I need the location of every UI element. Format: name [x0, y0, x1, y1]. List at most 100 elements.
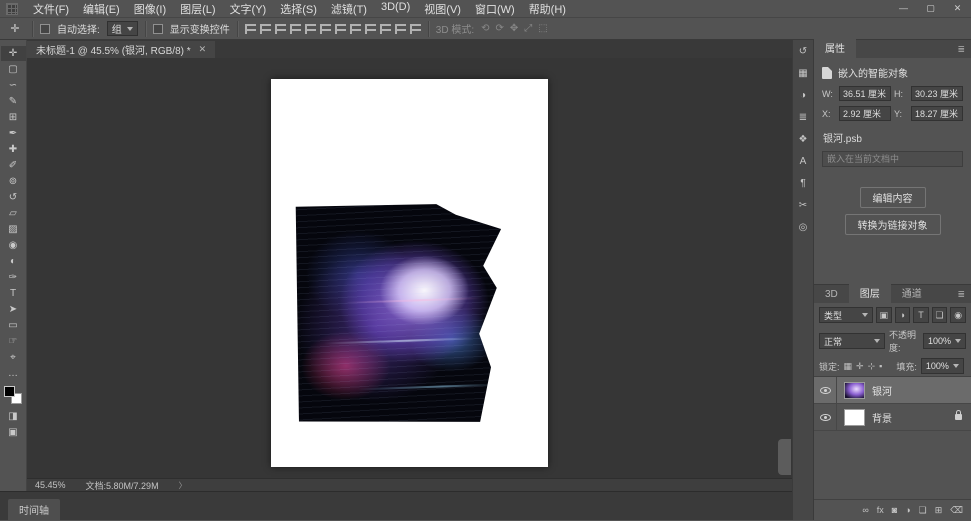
rectangle-icon[interactable]: ▭: [1, 318, 26, 333]
y-field[interactable]: 18.27 厘米: [911, 106, 963, 121]
document-tab[interactable]: 未标题-1 @ 45.5% (银河, RGB/8) * ✕: [27, 41, 215, 58]
layer-effects-icon[interactable]: fx: [877, 505, 884, 515]
distribute-v-centers-icon[interactable]: [350, 24, 361, 34]
history-brush-icon[interactable]: ↺: [1, 190, 26, 205]
layer-group-icon[interactable]: ❏: [919, 505, 927, 515]
align-right-edges-icon[interactable]: [275, 24, 286, 34]
menu-file[interactable]: 文件(F): [26, 0, 76, 18]
distribute-left-icon[interactable]: [380, 24, 391, 34]
document-page[interactable]: [271, 79, 548, 467]
show-transform-checkbox[interactable]: [153, 24, 163, 34]
minimize-icon[interactable]: —: [890, 0, 917, 17]
zoom-level[interactable]: 45.45%: [35, 480, 66, 490]
layer-row-background[interactable]: 背景: [814, 404, 971, 431]
hand-icon[interactable]: ☞: [1, 334, 26, 349]
galaxy-smart-object[interactable]: [287, 197, 508, 430]
opacity-field[interactable]: 100%: [923, 333, 966, 349]
menu-3d[interactable]: 3D(D): [374, 0, 417, 18]
foreground-color-swatch[interactable]: [4, 386, 15, 397]
layer-name[interactable]: 银河: [872, 383, 892, 398]
dodge-icon[interactable]: ◐: [1, 254, 26, 269]
align-v-centers-icon[interactable]: [305, 24, 316, 34]
blur-icon[interactable]: ◉: [1, 238, 26, 253]
align-bottom-edges-icon[interactable]: [320, 24, 331, 34]
distribute-h-centers-icon[interactable]: [395, 24, 406, 34]
filter-shape-icon[interactable]: ❏: [932, 307, 948, 323]
lock-position-icon[interactable]: ⊹: [868, 361, 876, 372]
blend-mode-dropdown[interactable]: 正常: [819, 333, 885, 349]
menu-help[interactable]: 帮助(H): [522, 0, 573, 18]
layer-name[interactable]: 背景: [872, 410, 892, 425]
filter-type-icon[interactable]: T: [913, 307, 929, 323]
menu-view[interactable]: 视图(V): [417, 0, 468, 18]
menu-type[interactable]: 文字(Y): [223, 0, 274, 18]
tab-timeline[interactable]: 时间轴: [8, 499, 60, 520]
width-field[interactable]: 36.51 厘米: [839, 86, 891, 101]
clone-source-icon[interactable]: ◎: [799, 223, 808, 233]
align-left-edges-icon[interactable]: [245, 24, 256, 34]
fill-field[interactable]: 100%: [921, 358, 964, 374]
layer-thumbnail[interactable]: [844, 409, 865, 426]
layer-mask-icon[interactable]: ◙: [892, 505, 897, 515]
zoom-icon[interactable]: ⌖: [1, 350, 26, 365]
pen-icon[interactable]: ✑: [1, 270, 26, 285]
swatches-icon[interactable]: ▦: [798, 69, 807, 79]
tab-3d[interactable]: 3D: [814, 286, 849, 303]
healing-brush-icon[interactable]: ✚: [1, 142, 26, 157]
panel-menu-icon[interactable]: ≣: [957, 44, 971, 58]
adjustments-icon[interactable]: ◑: [800, 91, 806, 101]
distribute-bottom-icon[interactable]: [365, 24, 376, 34]
lock-transparent-icon[interactable]: ▦: [844, 361, 853, 372]
menu-window[interactable]: 窗口(W): [468, 0, 522, 18]
quick-mask-icon[interactable]: ◨: [1, 409, 26, 424]
screen-mode-icon[interactable]: ▣: [1, 425, 26, 440]
paragraph-icon[interactable]: ¶: [800, 179, 805, 189]
height-field[interactable]: 30.23 厘米: [911, 86, 963, 101]
menu-image[interactable]: 图像(I): [127, 0, 173, 18]
quick-selection-icon[interactable]: ✎: [1, 94, 26, 109]
tab-properties[interactable]: 属性: [814, 37, 856, 58]
maximize-icon[interactable]: ▢: [917, 0, 944, 17]
character-icon[interactable]: A: [800, 157, 807, 167]
align-top-edges-icon[interactable]: [290, 24, 301, 34]
layer-row-galaxy[interactable]: 银河: [814, 377, 971, 404]
history-icon[interactable]: ↺: [799, 47, 807, 57]
tab-close-icon[interactable]: ✕: [199, 44, 207, 55]
menu-layer[interactable]: 图层(L): [173, 0, 222, 18]
filter-pixel-icon[interactable]: ▣: [876, 307, 892, 323]
panel-menu-icon[interactable]: ≣: [957, 289, 971, 303]
libraries-icon[interactable]: ≣: [799, 113, 807, 123]
eraser-icon[interactable]: ▱: [1, 206, 26, 221]
close-icon[interactable]: ✕: [944, 0, 971, 17]
convert-to-linked-button[interactable]: 转换为链接对象: [845, 214, 941, 235]
styles-icon[interactable]: ❖: [799, 135, 808, 145]
tab-channels[interactable]: 通道: [891, 282, 933, 303]
gradient-icon[interactable]: ▨: [1, 222, 26, 237]
lock-all-icon[interactable]: ▪: [879, 361, 882, 372]
crop-icon[interactable]: ⊞: [1, 110, 26, 125]
auto-select-checkbox[interactable]: [40, 24, 50, 34]
move-icon[interactable]: ✛: [1, 46, 26, 61]
dock-grip[interactable]: [778, 439, 791, 475]
clone-stamp-icon[interactable]: ⊚: [1, 174, 26, 189]
layer-thumbnail[interactable]: [844, 382, 865, 399]
align-h-centers-icon[interactable]: [260, 24, 271, 34]
lasso-icon[interactable]: ∽: [1, 78, 26, 93]
edit-toolbar-icon[interactable]: …: [1, 366, 26, 381]
x-field[interactable]: 2.92 厘米: [839, 106, 891, 121]
edit-content-button[interactable]: 编辑内容: [860, 187, 926, 208]
delete-layer-icon[interactable]: ⌫: [950, 505, 963, 515]
brush-icon[interactable]: ✐: [1, 158, 26, 173]
canvas[interactable]: [27, 58, 792, 478]
path-selection-icon[interactable]: ➤: [1, 302, 26, 317]
menu-select[interactable]: 选择(S): [273, 0, 324, 18]
filter-kind-dropdown[interactable]: 类型: [819, 307, 873, 323]
adjustment-layer-icon[interactable]: ◑: [905, 505, 910, 515]
filter-smart-icon[interactable]: ◉: [950, 307, 966, 323]
eyedropper-icon[interactable]: ✒: [1, 126, 26, 141]
glyphs-icon[interactable]: ✂: [799, 201, 807, 211]
auto-select-dropdown[interactable]: 组: [107, 21, 138, 36]
lock-pixels-icon[interactable]: ✛: [856, 361, 864, 372]
marquee-icon[interactable]: ▢: [1, 62, 26, 77]
new-layer-icon[interactable]: ⊞: [935, 505, 943, 515]
